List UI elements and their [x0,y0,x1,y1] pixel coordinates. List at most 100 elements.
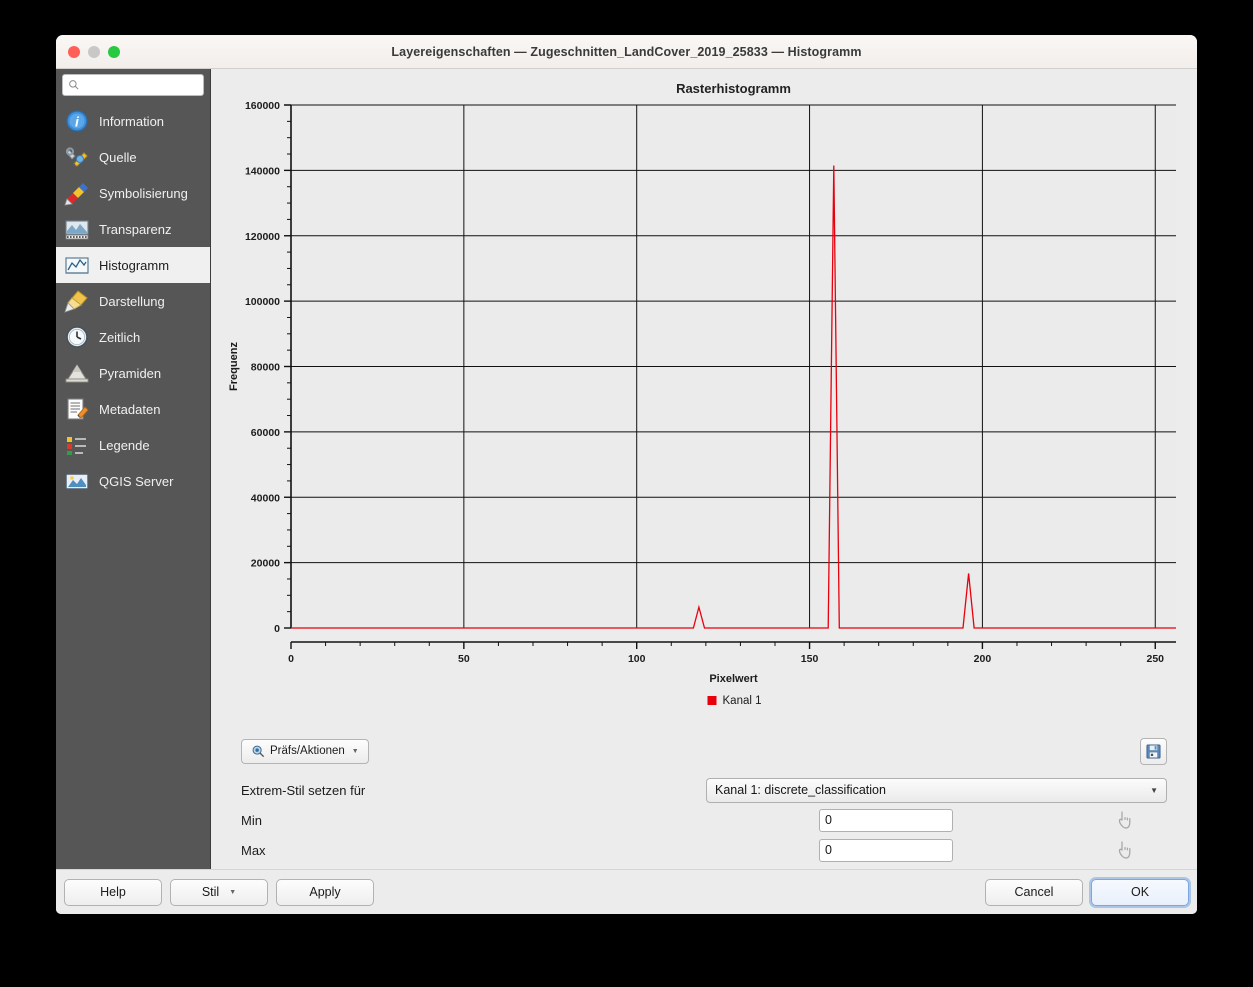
sidebar-item-label: Histogramm [99,257,170,273]
window-body: i Information Quelle Symbolisierung Tran… [56,69,1197,869]
apply-label: Apply [309,885,341,899]
svg-text:Pixelwert: Pixelwert [709,673,758,685]
sidebar-item-darstellung[interactable]: Darstellung [56,283,210,319]
svg-text:60000: 60000 [251,427,280,439]
max-input[interactable] [819,838,953,862]
sidebar-item-information[interactable]: i Information [56,103,210,139]
svg-text:120000: 120000 [245,231,280,243]
band-row: Extrem-Stil setzen für Kanal 1: discrete… [241,775,1167,805]
transparency-icon [65,220,89,240]
raster-histogram-chart: Rasterhistogramm 0 20000 40000 60000 80000 100… [219,77,1189,732]
max-row: Max [241,835,1167,865]
help-button[interactable]: Help [64,878,162,906]
prefs-actions-label: Präfs/Aktionen [270,745,345,757]
sidebar-item-transparenz[interactable]: Transparenz [56,211,210,247]
svg-text:80000: 80000 [251,362,280,374]
search-box[interactable] [62,74,204,96]
prefs-actions-button[interactable]: Präfs/Aktionen ▼ [241,738,369,764]
chevron-down-icon: ▼ [1150,785,1158,795]
window-controls [56,45,120,58]
svg-text:40000: 40000 [251,492,280,504]
dialog-button-bar: Help Stil ▼ Apply Cancel OK [56,869,1197,914]
sidebar-item-pyramiden[interactable]: Pyramiden [56,355,210,391]
source-icon [65,147,88,167]
sidebar-item-label: Legende [99,437,150,453]
window-title: Layereigenschaften — Zugeschnitten_LandC… [391,44,862,59]
svg-text:100: 100 [628,653,646,665]
svg-text:50: 50 [458,653,470,665]
max-label: Max [241,842,266,858]
band-select[interactable]: Kanal 1: discrete_classification ▼ [706,777,1167,803]
sidebar-item-zeitlich[interactable]: Zeitlich [56,319,210,355]
sidebar-item-label: Metadaten [99,401,161,417]
save-histogram-button[interactable] [1140,737,1167,765]
zoom-button[interactable] [108,45,120,58]
extremes-form: Extrem-Stil setzen für Kanal 1: discrete… [241,775,1167,865]
sidebar-item-label: Darstellung [99,293,165,309]
symbology-icon [64,183,88,206]
sidebar-item-histogramm[interactable]: Histogramm [56,247,210,283]
main-pane: Rasterhistogramm 0 20000 40000 60000 80000 100… [211,69,1197,869]
histogram-icon [65,257,89,274]
style-label: Stil [201,885,220,899]
sidebar-item-metadaten[interactable]: Metadaten [56,391,210,427]
metadata-icon [67,398,89,420]
rendering-icon [64,290,88,313]
svg-text:0: 0 [274,623,280,635]
svg-text:20000: 20000 [251,558,280,570]
svg-text:150: 150 [801,653,819,665]
extremes-label: Extrem-Stil setzen für [241,782,366,798]
min-row: Min [241,805,1167,835]
ok-button[interactable]: OK [1091,878,1189,906]
sidebar-item-label: Zeitlich [99,329,141,345]
close-button[interactable] [68,45,80,58]
svg-text:Kanal 1: Kanal 1 [723,695,762,707]
sidebar-item-qgis-server[interactable]: QGIS Server [56,463,210,499]
chevron-down-icon: ▼ [229,888,237,896]
cancel-button[interactable]: Cancel [985,878,1083,906]
svg-text:100000: 100000 [245,296,280,308]
magnifier-settings-icon [252,745,265,758]
sidebar-item-label: Transparenz [99,221,172,237]
svg-text:Frequenz: Frequenz [228,342,240,391]
floppy-save-icon [1146,743,1161,759]
ok-label: OK [1130,885,1150,899]
sidebar: i Information Quelle Symbolisierung Tran… [56,69,211,869]
title-bar: Layereigenschaften — Zugeschnitten_LandC… [56,35,1197,69]
temporal-icon [66,326,88,348]
pointer-pick-icon[interactable] [1116,840,1134,860]
cancel-label: Cancel [1014,885,1054,899]
legend-icon [67,437,86,455]
sidebar-search-wrap [56,69,210,100]
sidebar-nav: i Information Quelle Symbolisierung Tran… [56,100,210,499]
sidebar-item-label: Information [99,113,165,129]
min-input[interactable] [819,808,953,832]
sidebar-item-label: Symbolisierung [99,185,188,201]
sidebar-item-quelle[interactable]: Quelle [56,139,210,175]
band-select-value: Kanal 1: discrete_classification [715,783,886,797]
search-icon [69,80,79,90]
qgis-server-icon [65,473,89,490]
svg-text:200: 200 [974,653,992,665]
pointer-pick-icon[interactable] [1116,810,1134,830]
minimize-button[interactable] [88,45,100,58]
pyramids-icon [65,364,89,383]
search-input[interactable] [83,78,198,92]
layer-properties-window: Layereigenschaften — Zugeschnitten_LandC… [56,35,1197,914]
style-button[interactable]: Stil ▼ [170,878,268,906]
svg-text:Rasterhistogramm: Rasterhistogramm [676,81,791,96]
sidebar-item-label: QGIS Server [99,473,174,489]
apply-button[interactable]: Apply [276,878,374,906]
svg-text:250: 250 [1146,653,1164,665]
tools-row: Präfs/Aktionen ▼ [241,736,1167,766]
help-label: Help [100,885,126,899]
svg-text:160000: 160000 [245,100,280,112]
svg-text:140000: 140000 [245,165,280,177]
svg-text:0: 0 [288,653,294,665]
sidebar-item-label: Quelle [99,149,137,165]
information-icon: i [66,110,88,132]
sidebar-item-legende[interactable]: Legende [56,427,210,463]
sidebar-item-symbolisierung[interactable]: Symbolisierung [56,175,210,211]
sidebar-item-label: Pyramiden [99,365,162,381]
controls-area: Präfs/Aktionen ▼ Extrem-Stil setzen für … [211,732,1197,865]
